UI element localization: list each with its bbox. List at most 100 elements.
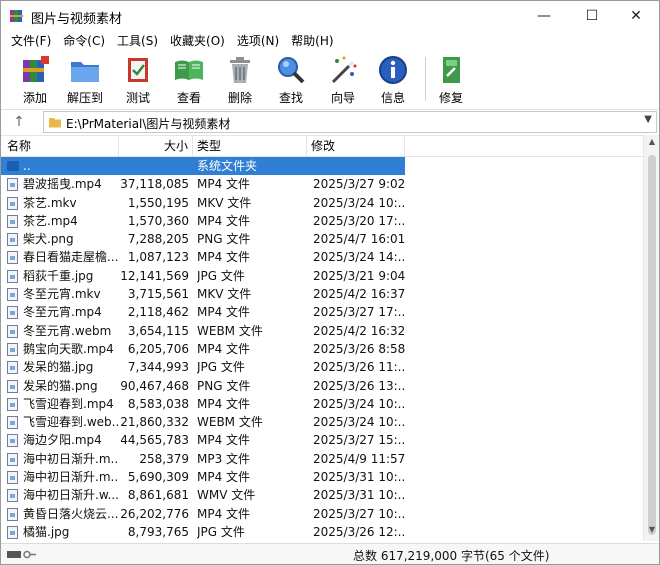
column-type[interactable]: 类型	[193, 136, 307, 157]
file-modified: 2025/3/26 11:...	[313, 360, 405, 375]
table-row[interactable]: 发呆的猫.png 90,467,468 PNG 文件 2025/3/26 13:...	[1, 377, 405, 395]
file-icon	[7, 397, 18, 411]
file-type: JPG 文件	[197, 360, 245, 375]
file-icon	[7, 214, 18, 228]
table-row[interactable]: 发呆的猫.jpg 7,344,993 JPG 文件 2025/3/26 11:...	[1, 358, 405, 376]
table-row[interactable]: 冬至元宵.mp4 2,118,462 MP4 文件 2025/3/27 17:...	[1, 303, 405, 321]
column-size[interactable]: 大小	[119, 136, 193, 157]
menu-commands[interactable]: 命令(C)	[57, 31, 111, 51]
table-row[interactable]: 冬至元宵.mkv 3,715,561 MKV 文件 2025/4/2 16:37	[1, 285, 405, 303]
table-row[interactable]: 稻荻千重.jpg 12,141,569 JPG 文件 2025/3/21 9:04	[1, 267, 405, 285]
title-bar[interactable]: 图片与视频素材 — ☐ ✕	[1, 1, 659, 31]
table-row[interactable]: 茶艺.mkv 1,550,195 MKV 文件 2025/3/24 10:...	[1, 194, 405, 212]
wizard-button[interactable]: 向导	[319, 51, 367, 107]
minimize-button[interactable]: —	[521, 1, 567, 31]
table-row[interactable]: 春日看猫走屋檐... 1,087,123 MP4 文件 2025/3/24 14:..…	[1, 248, 405, 266]
file-type: MP4 文件	[197, 213, 251, 228]
file-modified: 2025/3/24 10:...	[313, 195, 405, 210]
delete-button[interactable]: 删除	[216, 51, 264, 107]
file-modified: 2025/3/27 10:...	[313, 506, 405, 521]
menu-options[interactable]: 选项(N)	[231, 31, 285, 51]
file-modified: 2025/3/27 9:02	[313, 177, 405, 192]
table-row[interactable]: 碧波摇曳.mp4 37,118,085 MP4 文件 2025/3/27 9:02	[1, 175, 405, 193]
table-row[interactable]: 海中初日渐升.m... 258,379 MP3 文件 2025/4/9 11:57	[1, 450, 405, 468]
file-size: 1,570,360	[127, 213, 189, 228]
table-row[interactable]: 鹅宝向天歌.mp4 6,205,706 MP4 文件 2025/3/26 8:58	[1, 340, 405, 358]
table-row[interactable]: 黄昏日落火烧云... 26,202,776 MP4 文件 2025/3/27 10:.…	[1, 505, 405, 523]
column-modified[interactable]: 修改	[307, 136, 405, 157]
test-label: 测试	[125, 91, 150, 105]
wizard-wand-icon	[331, 56, 357, 84]
view-label: 查看	[176, 91, 201, 105]
path-field[interactable]: E:\PrMaterial\图片与视频素材 ▼	[43, 111, 657, 133]
parent-folder-row[interactable]: .. 系统文件夹	[1, 157, 405, 176]
menu-favorites[interactable]: 收藏夹(O)	[164, 31, 231, 51]
file-name: 鹅宝向天歌.mp4	[23, 341, 114, 356]
table-row[interactable]: 柴犬.png 7,288,205 PNG 文件 2025/4/7 16:01	[1, 230, 405, 248]
file-icon	[7, 178, 18, 192]
file-icon	[7, 452, 18, 466]
scroll-up-icon[interactable]: ▲	[644, 137, 660, 151]
file-name: 发呆的猫.png	[23, 378, 98, 393]
file-icon	[7, 324, 18, 338]
list-header: 名称 大小 类型 修改	[1, 136, 659, 157]
info-button[interactable]: 信息	[369, 51, 417, 107]
file-size: 1,087,123	[127, 250, 189, 265]
file-icon	[7, 434, 18, 448]
file-size: 26,202,776	[120, 506, 189, 521]
menu-file[interactable]: 文件(F)	[5, 31, 57, 51]
file-type: PNG 文件	[197, 378, 251, 393]
file-name: 飞雪迎春到.web...	[23, 415, 119, 430]
extract-to-button[interactable]: 解压到	[61, 51, 109, 107]
file-icon	[7, 251, 18, 265]
test-button[interactable]: 测试	[114, 51, 162, 107]
file-size: 3,654,115	[127, 323, 189, 338]
scroll-thumb[interactable]	[648, 155, 656, 535]
add-archive-icon	[23, 56, 49, 82]
scroll-down-icon[interactable]: ▼	[644, 525, 660, 539]
table-row[interactable]: 飞雪迎春到.web... 21,860,332 WEBM 文件 2025/3/24 1…	[1, 413, 405, 431]
menu-help[interactable]: 帮助(H)	[285, 31, 339, 51]
table-row[interactable]: 冬至元宵.webm 3,654,115 WEBM 文件 2025/4/2 16:32	[1, 322, 405, 340]
maximize-button[interactable]: ☐	[569, 1, 615, 31]
wizard-label: 向导	[330, 91, 355, 105]
table-row[interactable]: 海中初日渐升.m... 5,690,309 MP4 文件 2025/3/31 10:.…	[1, 468, 405, 486]
file-icon	[7, 471, 18, 485]
file-modified: 2025/3/27 17:...	[313, 305, 405, 320]
chevron-down-icon[interactable]: ▼	[644, 114, 652, 125]
file-size: 90,467,468	[120, 378, 189, 393]
find-label: 查找	[278, 91, 303, 105]
info-label: 信息	[380, 91, 405, 105]
file-type: JPG 文件	[197, 268, 245, 283]
file-icon	[7, 196, 18, 210]
file-type: MP4 文件	[197, 470, 251, 485]
file-icon	[7, 306, 18, 320]
file-name: 飞雪迎春到.mp4	[23, 396, 114, 411]
menu-tools[interactable]: 工具(S)	[111, 31, 164, 51]
column-name[interactable]: 名称	[1, 136, 119, 157]
find-button[interactable]: 查找	[267, 51, 315, 107]
vertical-scrollbar[interactable]: ▲ ▼	[643, 135, 659, 541]
up-arrow-icon[interactable]: ↑	[9, 112, 29, 132]
view-button[interactable]: 查看	[165, 51, 213, 107]
file-type: MP4 文件	[197, 433, 251, 448]
table-row[interactable]: 飞雪迎春到.mp4 8,583,038 MP4 文件 2025/3/24 10:...	[1, 395, 405, 413]
address-bar: ↑ E:\PrMaterial\图片与视频素材 ▼	[1, 109, 659, 133]
repair-button[interactable]: 修复	[427, 51, 475, 107]
file-name: 橘猫.jpg	[23, 524, 70, 539]
file-name: 柴犬.png	[23, 232, 74, 247]
file-modified: 2025/4/2 16:37	[313, 287, 405, 302]
file-name: 海中初日渐升.m...	[23, 470, 119, 485]
add-button[interactable]: 添加	[11, 51, 59, 107]
toolbar-divider	[425, 57, 426, 101]
table-row[interactable]: 橘猫.jpg 8,793,765 JPG 文件 2025/3/26 12:...	[1, 523, 405, 541]
menu-bar: 文件(F) 命令(C) 工具(S) 收藏夹(O) 选项(N) 帮助(H)	[1, 31, 659, 51]
table-row[interactable]: 茶艺.mp4 1,570,360 MP4 文件 2025/3/20 17:...	[1, 212, 405, 230]
file-modified: 2025/3/20 17:...	[313, 213, 405, 228]
file-modified: 2025/3/26 8:58	[313, 341, 405, 356]
winrar-app-icon	[10, 10, 23, 22]
file-name: 茶艺.mkv	[23, 195, 77, 210]
table-row[interactable]: 海中初日渐升.w... 8,861,681 WMV 文件 2025/3/31 10:.…	[1, 486, 405, 504]
close-button[interactable]: ✕	[613, 1, 659, 31]
table-row[interactable]: 海边夕阳.mp4 44,565,783 MP4 文件 2025/3/27 15:...	[1, 431, 405, 449]
